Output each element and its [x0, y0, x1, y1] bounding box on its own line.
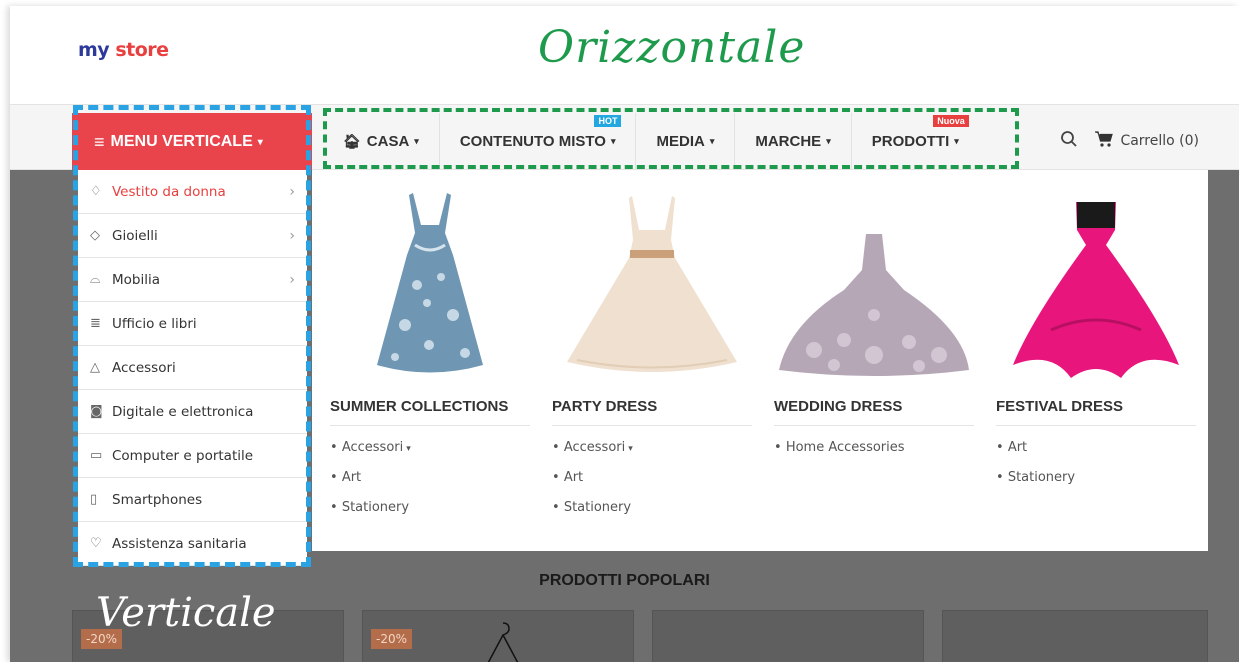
mega-link[interactable]: • Art	[330, 470, 530, 500]
vmenu-item-smartphones[interactable]: ▯ Smartphones	[78, 478, 307, 522]
caret-down-icon: ▾	[709, 135, 715, 146]
mega-column-links: • Accessori ▾ • Art • Stationery	[552, 440, 752, 530]
mega-column: FESTIVAL DRESS • Art • Stationery	[996, 170, 1196, 500]
site-header: my store Orizzontale	[10, 6, 1239, 104]
search-icon[interactable]	[1060, 130, 1078, 153]
mega-dropdown: SUMMER COLLECTIONS • Accessori ▾ • Art • …	[312, 170, 1208, 551]
mega-column-title[interactable]: SUMMER COLLECTIONS	[330, 398, 530, 426]
mega-link[interactable]: • Art	[552, 470, 752, 500]
caret-down-icon: ▾	[406, 444, 411, 454]
mega-column-links: • Art • Stationery	[996, 440, 1196, 500]
orizzontale-label: Orizzontale	[538, 22, 806, 73]
mega-column-title[interactable]: FESTIVAL DRESS	[996, 398, 1196, 426]
nav-item-media[interactable]: MEDIA ▾	[636, 113, 736, 169]
caret-down-icon: ▾	[610, 135, 616, 146]
mega-link[interactable]: • Accessori ▾	[552, 440, 752, 470]
mega-link[interactable]: • Stationery	[552, 500, 752, 530]
mega-column: SUMMER COLLECTIONS • Accessori ▾ • Art • …	[330, 170, 530, 530]
caret-down-icon: ▾	[628, 444, 633, 454]
cart-link[interactable]: Carrello (0)	[1120, 133, 1199, 149]
mega-column-links: • Accessori ▾ • Art • Stationery	[330, 440, 530, 530]
hanger-icon	[487, 622, 519, 662]
mega-column-links: • Home Accessories	[774, 440, 974, 470]
vmenu-item-mobilia[interactable]: ⌓ Mobilia ›	[78, 258, 307, 302]
mega-column-title[interactable]: WEDDING DRESS	[774, 398, 974, 426]
vmenu-item-computer-e-portatile[interactable]: ▭ Computer e portatile	[78, 434, 307, 478]
vertical-menu-button[interactable]: ≡ MENU VERTICALE ▾	[72, 113, 312, 171]
home-icon: 🏠︎	[343, 132, 361, 149]
festival-dress-image[interactable]	[996, 170, 1196, 380]
laptop-icon: ▭	[90, 448, 103, 463]
discount-badge: -20%	[371, 629, 413, 649]
mega-link[interactable]: • Accessori ▾	[330, 440, 530, 470]
store-logo[interactable]: my store	[78, 39, 169, 61]
caret-down-icon: ▾	[414, 135, 419, 146]
product-card[interactable]: -20%	[362, 610, 634, 662]
popular-products-title: PRODOTTI POPOLARI	[539, 572, 710, 589]
chevron-right-icon: ›	[289, 183, 295, 200]
sofa-icon: ⌓	[90, 272, 101, 287]
summer-dress-image[interactable]	[330, 170, 530, 380]
mega-column: PARTY DRESS • Accessori ▾ • Art • Station…	[552, 170, 752, 530]
caret-down-icon: ▾	[954, 135, 959, 146]
wedding-dress-image[interactable]	[774, 170, 974, 380]
mega-link[interactable]: • Home Accessories	[774, 440, 974, 470]
vmenu-item-vestito-da-donna[interactable]: ♢ Vestito da donna ›	[78, 170, 307, 214]
main-navbar: ≡ MENU VERTICALE ▾ 🏠︎ CASA ▾ HOT CONTENU…	[10, 104, 1239, 171]
vmenu-item-digitale-e-elettronica[interactable]: ◙ Digitale e elettronica	[78, 390, 307, 434]
mega-link[interactable]: • Art	[996, 440, 1196, 470]
nav-item-prodotti[interactable]: Nuova PRODOTTI ▾	[852, 113, 979, 169]
product-card[interactable]	[652, 610, 924, 662]
header-tools: Carrello (0)	[1060, 113, 1199, 169]
caret-down-icon: ▾	[257, 136, 263, 148]
diamond-icon: ◇	[90, 228, 100, 243]
smartphone-icon: ▯	[90, 492, 98, 507]
mega-column-title[interactable]: PARTY DRESS	[552, 398, 752, 426]
cart-icon[interactable]	[1094, 130, 1114, 153]
product-card[interactable]	[942, 610, 1208, 662]
chevron-right-icon: ›	[289, 227, 295, 244]
verticale-label: Verticale	[96, 590, 276, 636]
nav-item-casa[interactable]: 🏠︎ CASA ▾	[323, 113, 440, 169]
vmenu-item-assistenza-sanitaria[interactable]: ♡ Assistenza sanitaria	[78, 522, 307, 566]
vertical-menu-list: ♢ Vestito da donna › ◇ Gioielli › ⌓ Mobi…	[78, 170, 307, 566]
mega-link[interactable]: • Stationery	[330, 500, 530, 530]
party-dress-image[interactable]	[552, 170, 752, 380]
mega-column: WEDDING DRESS • Home Accessories	[774, 170, 974, 470]
mega-link[interactable]: • Stationery	[996, 470, 1196, 500]
books-icon: ≣	[90, 316, 101, 331]
caret-down-icon: ▾	[826, 135, 831, 146]
new-badge: Nuova	[933, 115, 969, 127]
hanger-icon: △	[90, 360, 100, 375]
nav-item-contenuto-misto[interactable]: HOT CONTENUTO MISTO ▾	[440, 113, 637, 169]
hamburger-icon: ≡	[94, 131, 105, 152]
horizontal-menu: 🏠︎ CASA ▾ HOT CONTENUTO MISTO ▾ MEDIA ▾ …	[323, 113, 979, 169]
nav-item-marche[interactable]: MARCHE ▾	[735, 113, 852, 169]
heartbeat-icon: ♡	[90, 536, 102, 551]
vmenu-item-gioielli[interactable]: ◇ Gioielli ›	[78, 214, 307, 258]
camera-icon: ◙	[90, 404, 103, 419]
vmenu-item-ufficio-e-libri[interactable]: ≣ Ufficio e libri	[78, 302, 307, 346]
chevron-right-icon: ›	[289, 271, 295, 288]
storefront-window: my store Orizzontale ≡ MENU VERTICALE ▾ …	[10, 6, 1239, 662]
vmenu-item-accessori[interactable]: △ Accessori	[78, 346, 307, 390]
hot-badge: HOT	[594, 115, 622, 127]
dress-icon: ♢	[90, 184, 102, 199]
